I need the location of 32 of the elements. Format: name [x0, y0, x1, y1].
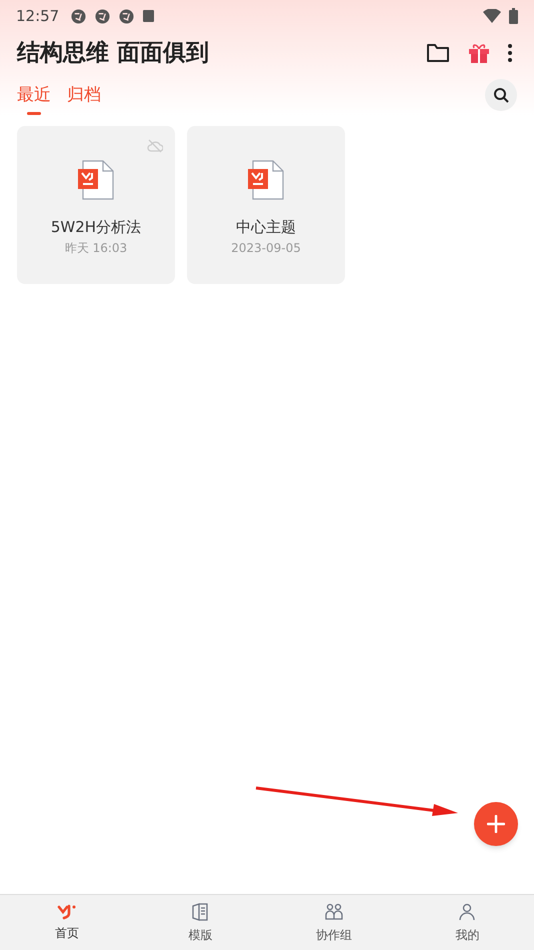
book-icon: [190, 902, 210, 922]
aperture-icon: [119, 8, 134, 24]
aperture-icon: [71, 8, 86, 24]
nav-tab[interactable]: 协作组: [267, 895, 400, 950]
plus-icon: [487, 815, 505, 833]
people-icon: [324, 902, 344, 922]
nav-tab[interactable]: 模版: [134, 895, 267, 950]
person-icon: [457, 902, 478, 922]
file-date: 2023-09-05: [231, 240, 301, 256]
file-name: 5W2H分析法: [50, 217, 142, 238]
logo-icon: [56, 904, 77, 920]
file-card[interactable]: 中心主题 2023-09-05: [187, 126, 345, 284]
tab[interactable]: 最近: [17, 74, 51, 116]
file-date: 昨天 16:03: [64, 240, 128, 256]
wifi-icon: [483, 9, 501, 23]
nav-tab[interactable]: 我的: [400, 895, 534, 950]
file-name: 中心主题: [236, 217, 296, 238]
battery-icon: [509, 8, 518, 24]
tab[interactable]: 归档: [67, 74, 101, 116]
search-button[interactable]: [485, 79, 517, 111]
app-title: 结构思维 面面俱到: [17, 38, 210, 68]
nav-tab[interactable]: 首页: [0, 895, 134, 950]
mindmap-file-icon: [247, 160, 285, 200]
file-card[interactable]: 5W2H分析法 昨天 16:03: [17, 126, 175, 284]
search-icon: [493, 87, 509, 103]
more-icon[interactable]: [508, 44, 512, 62]
mindmap-file-icon: [77, 160, 115, 200]
status-time: 12:57: [16, 6, 60, 27]
aperture-icon: [95, 8, 110, 24]
add-button[interactable]: [474, 802, 518, 846]
gift-icon[interactable]: [468, 42, 490, 64]
folder-icon[interactable]: [426, 43, 450, 63]
